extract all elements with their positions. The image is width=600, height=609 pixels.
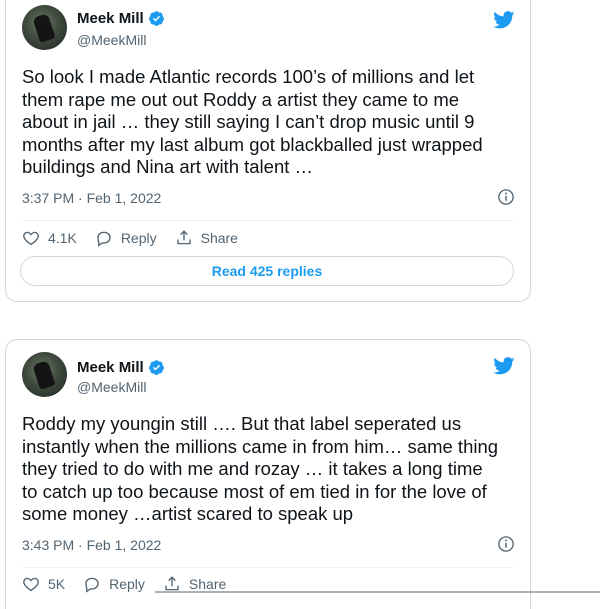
verified-badge-icon	[148, 360, 164, 375]
like-button[interactable]: 5K	[22, 575, 65, 593]
reply-button[interactable]: Reply	[95, 229, 157, 247]
share-button[interactable]: Share	[175, 229, 238, 247]
tweet-timestamp[interactable]: 3:43 PM · Feb 1, 2022	[22, 537, 161, 553]
share-icon	[176, 230, 191, 245]
verified-badge-icon	[148, 11, 164, 26]
reply-label: Reply	[109, 576, 145, 592]
avatar[interactable]	[22, 352, 67, 397]
twitter-bird-icon[interactable]	[493, 357, 515, 375]
author-handle[interactable]: @MeekMill	[77, 379, 146, 395]
divider	[22, 220, 514, 221]
avatar[interactable]	[22, 5, 67, 50]
author-row: Meek Mill	[77, 359, 165, 376]
author-name[interactable]: Meek Mill	[77, 359, 144, 376]
like-count: 5K	[48, 576, 66, 592]
share-label: Share	[188, 576, 227, 592]
reply-bubble-icon	[97, 231, 111, 247]
read-replies-button[interactable]: Read 425 replies	[20, 256, 514, 286]
twitter-bird-icon[interactable]	[493, 11, 515, 29]
tweet-text: Roddy my youngin still …. But that label…	[22, 413, 499, 524]
divider	[22, 567, 514, 568]
heart-icon	[23, 231, 39, 246]
info-icon[interactable]	[497, 188, 515, 206]
author-row: Meek Mill	[77, 10, 165, 27]
reply-button[interactable]: Reply	[83, 575, 145, 593]
tweet-card-2[interactable]: Meek Mill @MeekMill Roddy my youngin sti…	[5, 339, 531, 609]
author-handle[interactable]: @MeekMill	[77, 32, 146, 48]
action-bar: 4.1K Reply Share	[22, 229, 256, 247]
like-button[interactable]: 4.1K	[22, 229, 77, 247]
heart-icon	[23, 577, 39, 592]
like-count: 4.1K	[48, 230, 77, 246]
reply-bubble-icon	[85, 577, 99, 593]
tweet-card-1[interactable]: Meek Mill @MeekMill So look I made Atlan…	[5, 0, 531, 302]
tweet-text: So look I made Atlantic records 100’s of…	[22, 66, 483, 177]
info-icon[interactable]	[497, 535, 515, 553]
reply-label: Reply	[120, 230, 157, 246]
share-label: Share	[200, 230, 238, 246]
author-name[interactable]: Meek Mill	[77, 10, 144, 27]
tweet-timestamp[interactable]: 3:37 PM · Feb 1, 2022	[22, 190, 161, 206]
